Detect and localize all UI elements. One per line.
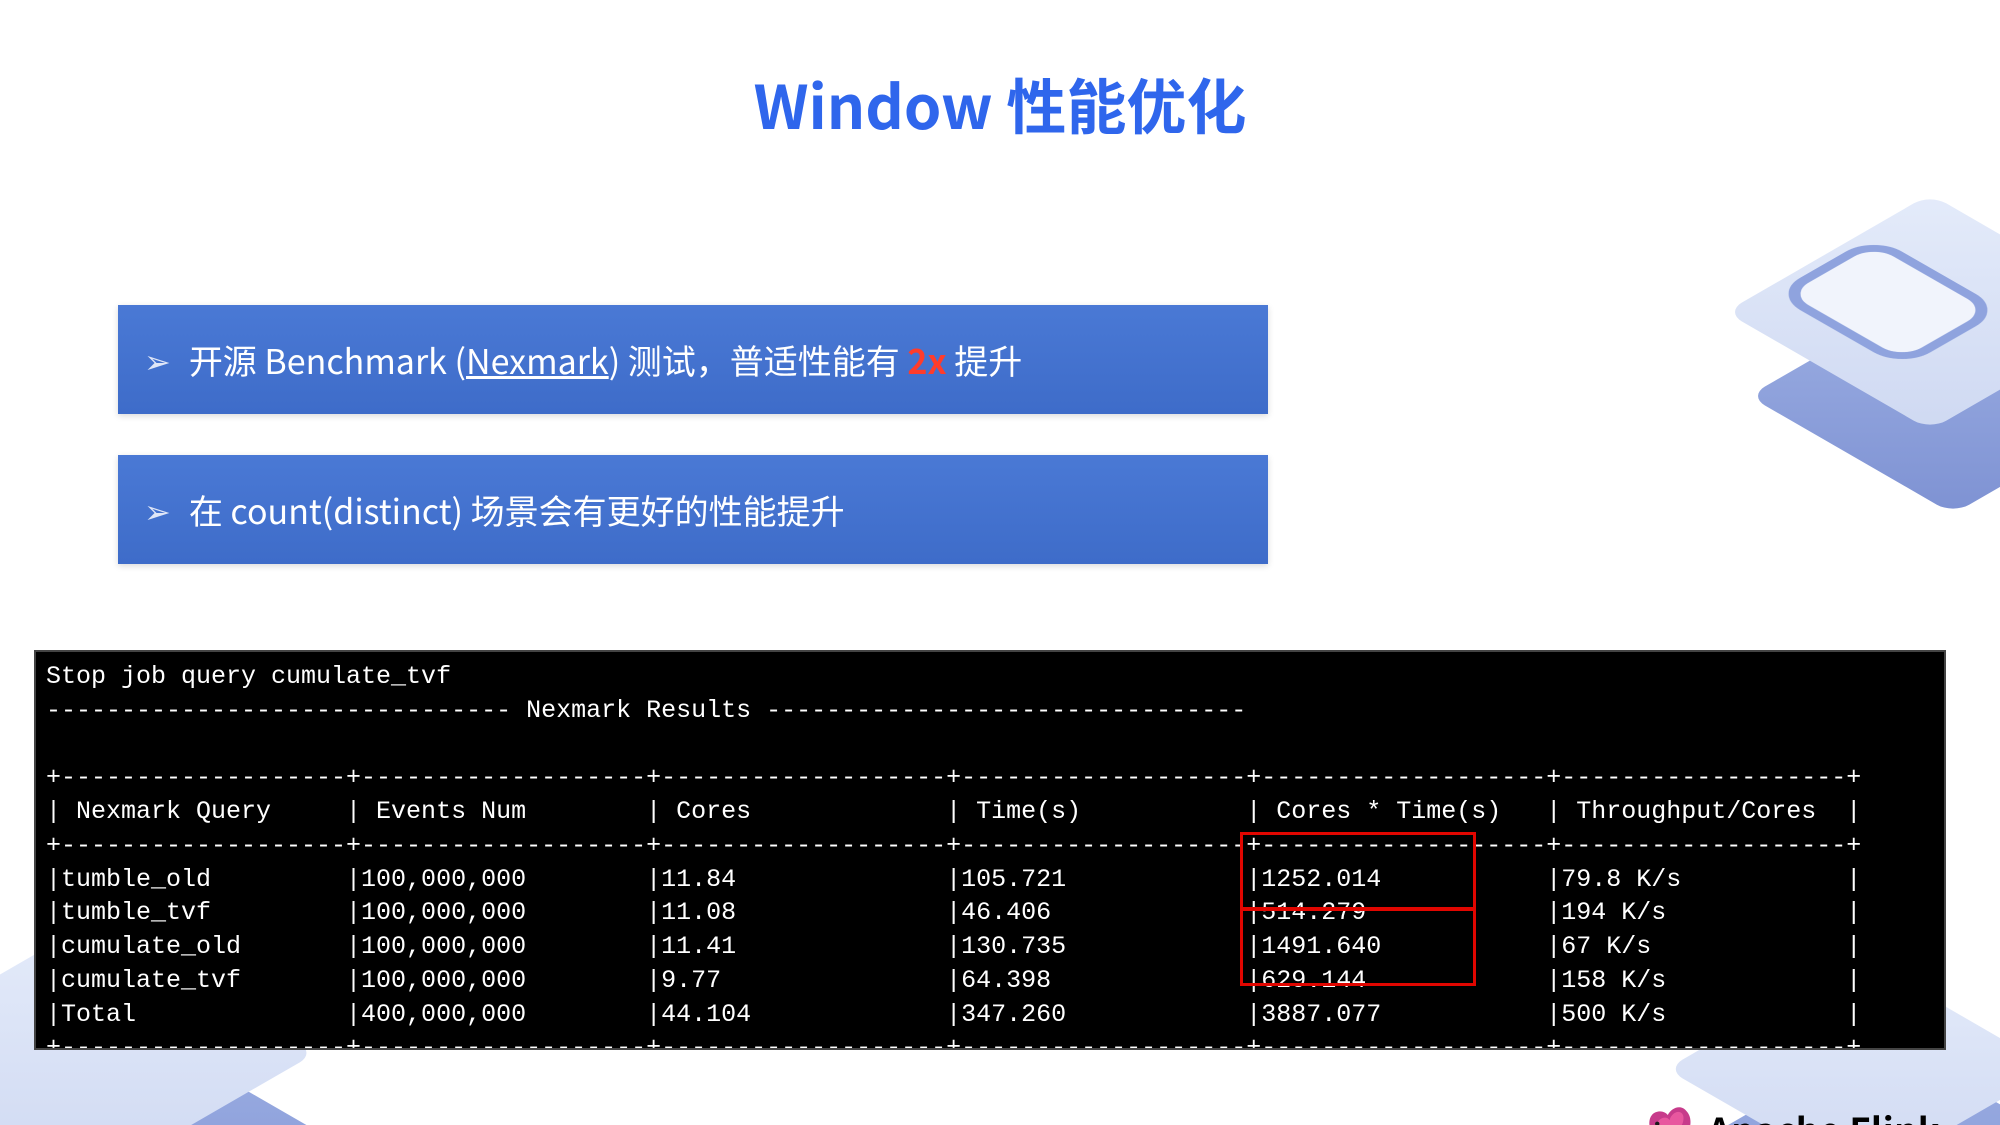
footer-brand-text: Apache Flink	[1708, 1103, 1940, 1125]
page-title: Window 性能优化	[0, 60, 2000, 147]
bullet-1-post: 提升	[947, 335, 1023, 384]
bullet-1-text: 开源 Benchmark (Nexmark) 测试，普适性能有 2x 提升	[189, 335, 1022, 384]
decoration-top-right	[1740, 160, 2000, 540]
bullet-2-text: 在 count(distinct) 场景会有更好的性能提升	[189, 485, 845, 534]
bullet-2: ➢ 在 count(distinct) 场景会有更好的性能提升	[118, 455, 1268, 564]
footer-logo: Apache Flink	[1638, 1101, 1940, 1125]
chevron-right-icon: ➢	[144, 344, 171, 376]
bullet-1-mid: ) 测试，普适性能有	[609, 335, 908, 384]
bullet-1-pre: 开源 Benchmark (	[189, 335, 466, 384]
nexmark-link[interactable]: Nexmark	[466, 335, 609, 384]
bullet-1: ➢ 开源 Benchmark (Nexmark) 测试，普适性能有 2x 提升	[118, 305, 1268, 414]
terminal-output: Stop job query cumulate_tvf ------------…	[34, 650, 1946, 1050]
bullet-1-emphasis: 2x	[907, 335, 946, 384]
flink-squirrel-icon	[1638, 1101, 1694, 1125]
chevron-right-icon: ➢	[144, 494, 171, 526]
